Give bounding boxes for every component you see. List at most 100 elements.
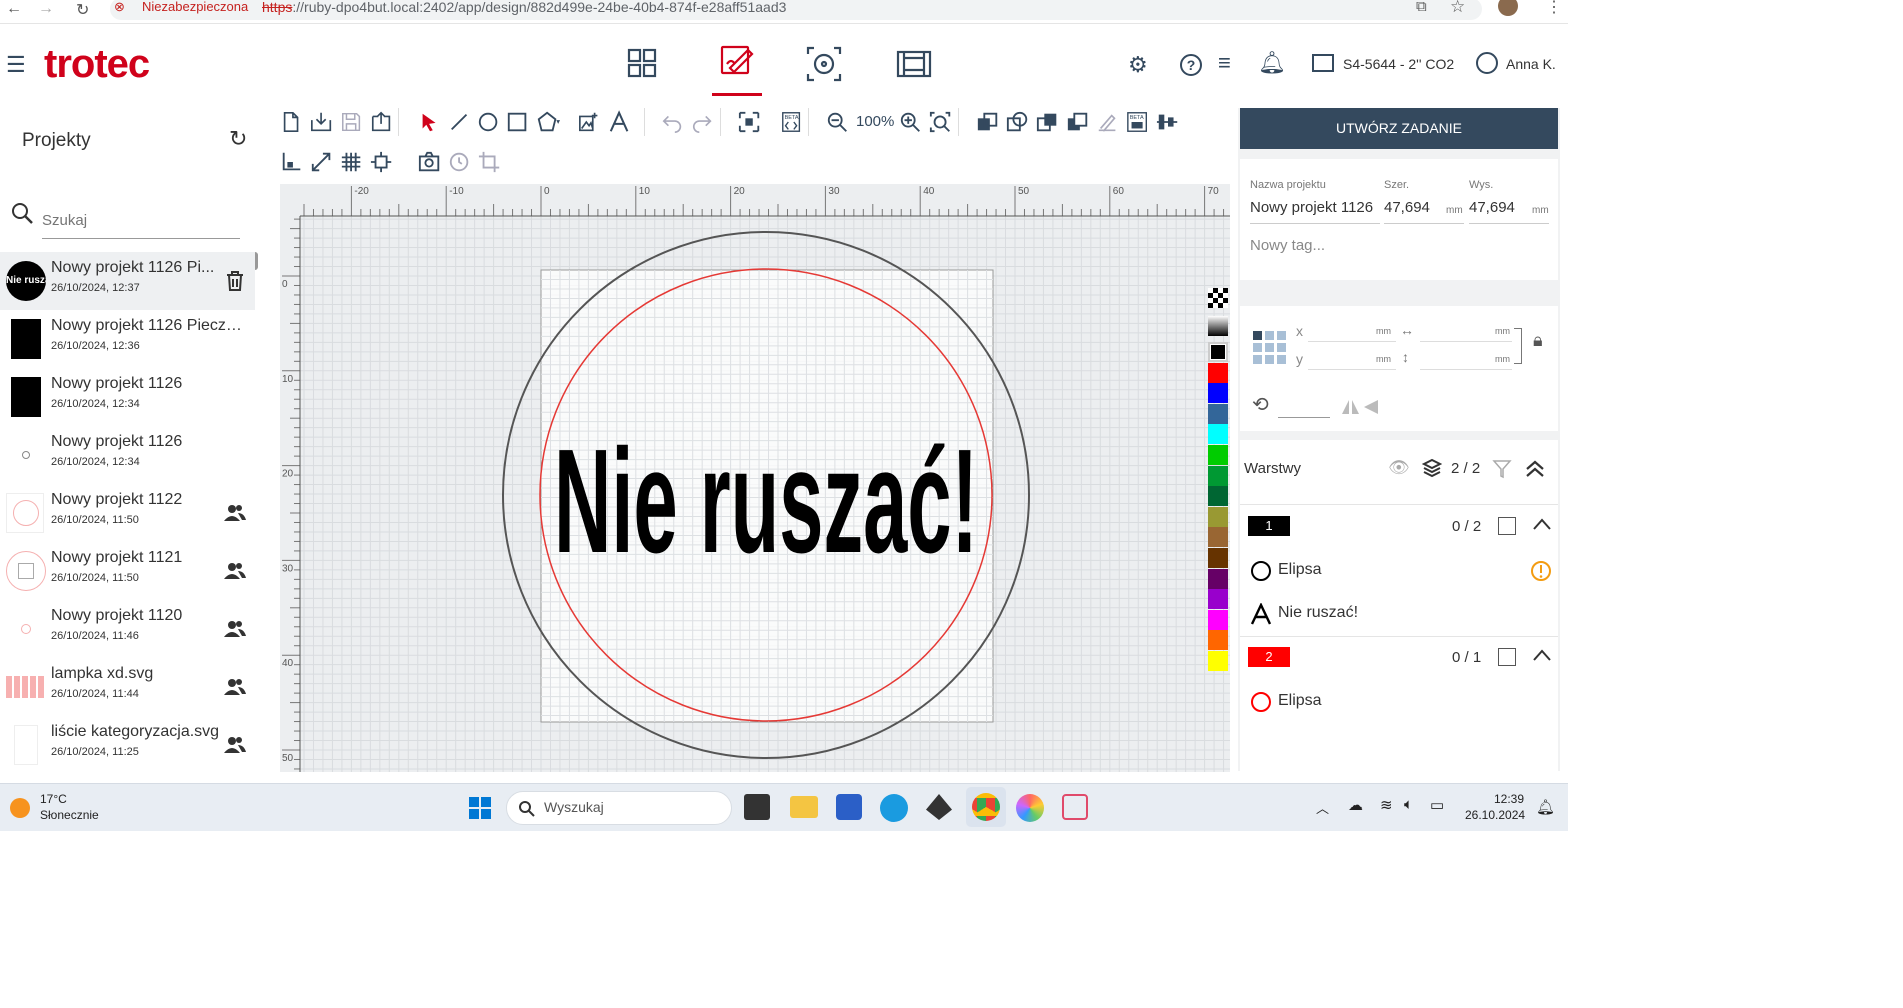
palette-color-swatch[interactable] <box>1208 506 1228 527</box>
beta-script-icon[interactable]: BETA <box>780 110 804 134</box>
undo-icon[interactable] <box>661 110 685 134</box>
zoom-in-icon[interactable] <box>899 110 923 134</box>
lock-icon[interactable]: 🔒︎ <box>1533 330 1543 351</box>
zoom-fit-icon[interactable] <box>929 110 953 134</box>
polygon-icon[interactable] <box>536 110 560 134</box>
image-icon[interactable] <box>578 110 602 134</box>
align-icon[interactable] <box>1156 110 1180 134</box>
palette-gradient-swatch[interactable] <box>1208 316 1228 336</box>
palette-color-swatch[interactable] <box>1208 424 1228 445</box>
layer-header[interactable]: 2 0 / 1 <box>1240 636 1558 680</box>
show-hidden-icons[interactable]: ︿ <box>1316 798 1329 817</box>
user-avatar-icon[interactable] <box>1476 52 1498 74</box>
design-text[interactable]: Nie ruszać! <box>554 419 978 584</box>
palette-color-swatch[interactable] <box>1208 383 1228 404</box>
translate-icon[interactable]: ⧉ <box>1416 0 1427 15</box>
notification-bell-icon[interactable]: 🔔︎ <box>1258 50 1286 76</box>
nav-jobs-tab[interactable] <box>894 44 934 84</box>
nav-dashboard-tab[interactable] <box>624 46 660 82</box>
layer-number-badge[interactable]: 2 <box>1248 647 1290 667</box>
palette-color-swatch[interactable] <box>1208 568 1228 589</box>
filter-icon[interactable] <box>1492 459 1512 479</box>
windows-start-icon[interactable] <box>468 796 492 820</box>
palette-engrave-swatch[interactable] <box>1208 288 1228 308</box>
settings-sync-icon[interactable]: ⚙ <box>1128 52 1148 78</box>
new-file-icon[interactable] <box>280 110 304 134</box>
project-list-item[interactable]: Nowy projekt 1126 Piecząt... 26/10/2024, … <box>0 310 255 368</box>
shared-users-icon[interactable] <box>224 502 246 524</box>
user-name[interactable]: Anna K. <box>1506 56 1556 72</box>
boolean-union-icon[interactable] <box>976 110 1000 134</box>
collapse-all-icon[interactable] <box>1524 458 1546 480</box>
task-list-icon[interactable]: ≡ <box>1218 50 1231 76</box>
crop-icon[interactable] <box>478 150 502 174</box>
new-tag-input[interactable]: Nowy tag... <box>1250 237 1325 254</box>
save-icon[interactable] <box>340 110 364 134</box>
hamburger-menu-icon[interactable]: ☰ <box>6 52 26 78</box>
layer-item[interactable]: Elipsa <box>1240 680 1558 723</box>
palette-color-swatch[interactable] <box>1208 548 1228 568</box>
layer-item[interactable]: Nie ruszać! <box>1240 592 1558 635</box>
grid-icon[interactable] <box>340 150 364 174</box>
select-arrow-icon[interactable] <box>418 110 442 134</box>
project-list-item[interactable]: liście kategoryzacja.svg 26/10/2024, 11:2… <box>0 716 255 771</box>
ellipse-icon[interactable] <box>477 110 501 134</box>
palette-color-swatch[interactable] <box>1208 609 1228 630</box>
zoom-out-icon[interactable] <box>826 110 850 134</box>
trash-icon[interactable] <box>224 270 246 292</box>
inkscape-icon[interactable] <box>926 794 952 820</box>
weather-temp[interactable]: 17°C <box>40 792 67 806</box>
boolean-subtract-icon[interactable] <box>1006 110 1030 134</box>
shared-users-icon[interactable] <box>224 560 246 582</box>
beta-feature-icon[interactable]: BETA <box>1126 110 1150 134</box>
palette-color-swatch[interactable] <box>1208 527 1228 548</box>
help-icon[interactable]: ? <box>1180 54 1202 76</box>
palette-color-swatch[interactable] <box>1208 651 1228 671</box>
palette-color-swatch[interactable] <box>1208 403 1228 424</box>
import-icon[interactable] <box>310 110 334 134</box>
project-list-item[interactable]: Nowy projekt 1126 26/10/2024, 12:34 <box>0 426 255 484</box>
redo-icon[interactable] <box>691 110 715 134</box>
bookmark-star-icon[interactable]: ☆ <box>1450 0 1465 17</box>
project-list-item[interactable]: Nowy projekt 1120 26/10/2024, 11:46 <box>0 600 255 658</box>
history-icon[interactable] <box>448 150 472 174</box>
layer-header[interactable]: 1 0 / 2 <box>1240 505 1558 549</box>
shared-users-icon[interactable] <box>224 618 246 640</box>
palette-color-swatch[interactable] <box>1208 445 1228 465</box>
nav-design-tab[interactable] <box>712 38 762 96</box>
layer-checkbox[interactable] <box>1498 517 1516 535</box>
wifi-icon[interactable]: ≋ <box>1380 796 1393 814</box>
snipping-tool-icon[interactable] <box>1062 794 1088 820</box>
snap-icon[interactable] <box>280 150 304 174</box>
boolean-intersect-icon[interactable] <box>1036 110 1060 134</box>
create-job-button[interactable]: UTWÓRZ ZADANIE <box>1240 108 1558 149</box>
anchor-grid-icon[interactable] <box>1252 330 1288 366</box>
palette-color-swatch[interactable] <box>1208 630 1228 651</box>
back-icon[interactable]: ← <box>6 0 22 18</box>
profile-avatar[interactable] <box>1498 0 1518 16</box>
palette-color-swatch[interactable] <box>1208 465 1228 486</box>
clock-date[interactable]: 26.10.2024 <box>1465 808 1525 822</box>
scale-icon[interactable] <box>310 150 334 174</box>
photos-icon[interactable] <box>1016 794 1044 822</box>
palette-color-swatch[interactable] <box>1208 486 1228 507</box>
chevron-up-icon[interactable] <box>1532 517 1552 531</box>
taskbar-search-box[interactable] <box>506 791 732 825</box>
flip-icons[interactable] <box>1340 398 1380 416</box>
rotate-icon[interactable]: ⟲ <box>1252 392 1269 417</box>
warning-icon[interactable] <box>1530 560 1552 582</box>
visibility-eye-icon[interactable]: 👁︎ <box>1388 458 1410 478</box>
nav-position-tab[interactable] <box>804 44 844 84</box>
clock-time[interactable]: 12:39 <box>1494 792 1524 806</box>
refresh-icon[interactable]: ↻ <box>229 126 247 152</box>
text-icon[interactable] <box>608 110 632 134</box>
palette-color-swatch[interactable] <box>1208 362 1228 383</box>
palette-color-swatch[interactable] <box>1208 342 1228 362</box>
hatch-icon[interactable] <box>1096 110 1120 134</box>
volume-muted-icon[interactable]: 🔈︎ <box>1404 796 1413 813</box>
project-search-input[interactable] <box>42 203 240 239</box>
camera-icon[interactable] <box>418 150 442 174</box>
project-list-item[interactable]: Nowy projekt 1122 26/10/2024, 11:50 <box>0 484 255 542</box>
shared-users-icon[interactable] <box>224 734 246 756</box>
url-text[interactable]: https://ruby-dpo4but.local:2402/app/desi… <box>262 0 786 15</box>
